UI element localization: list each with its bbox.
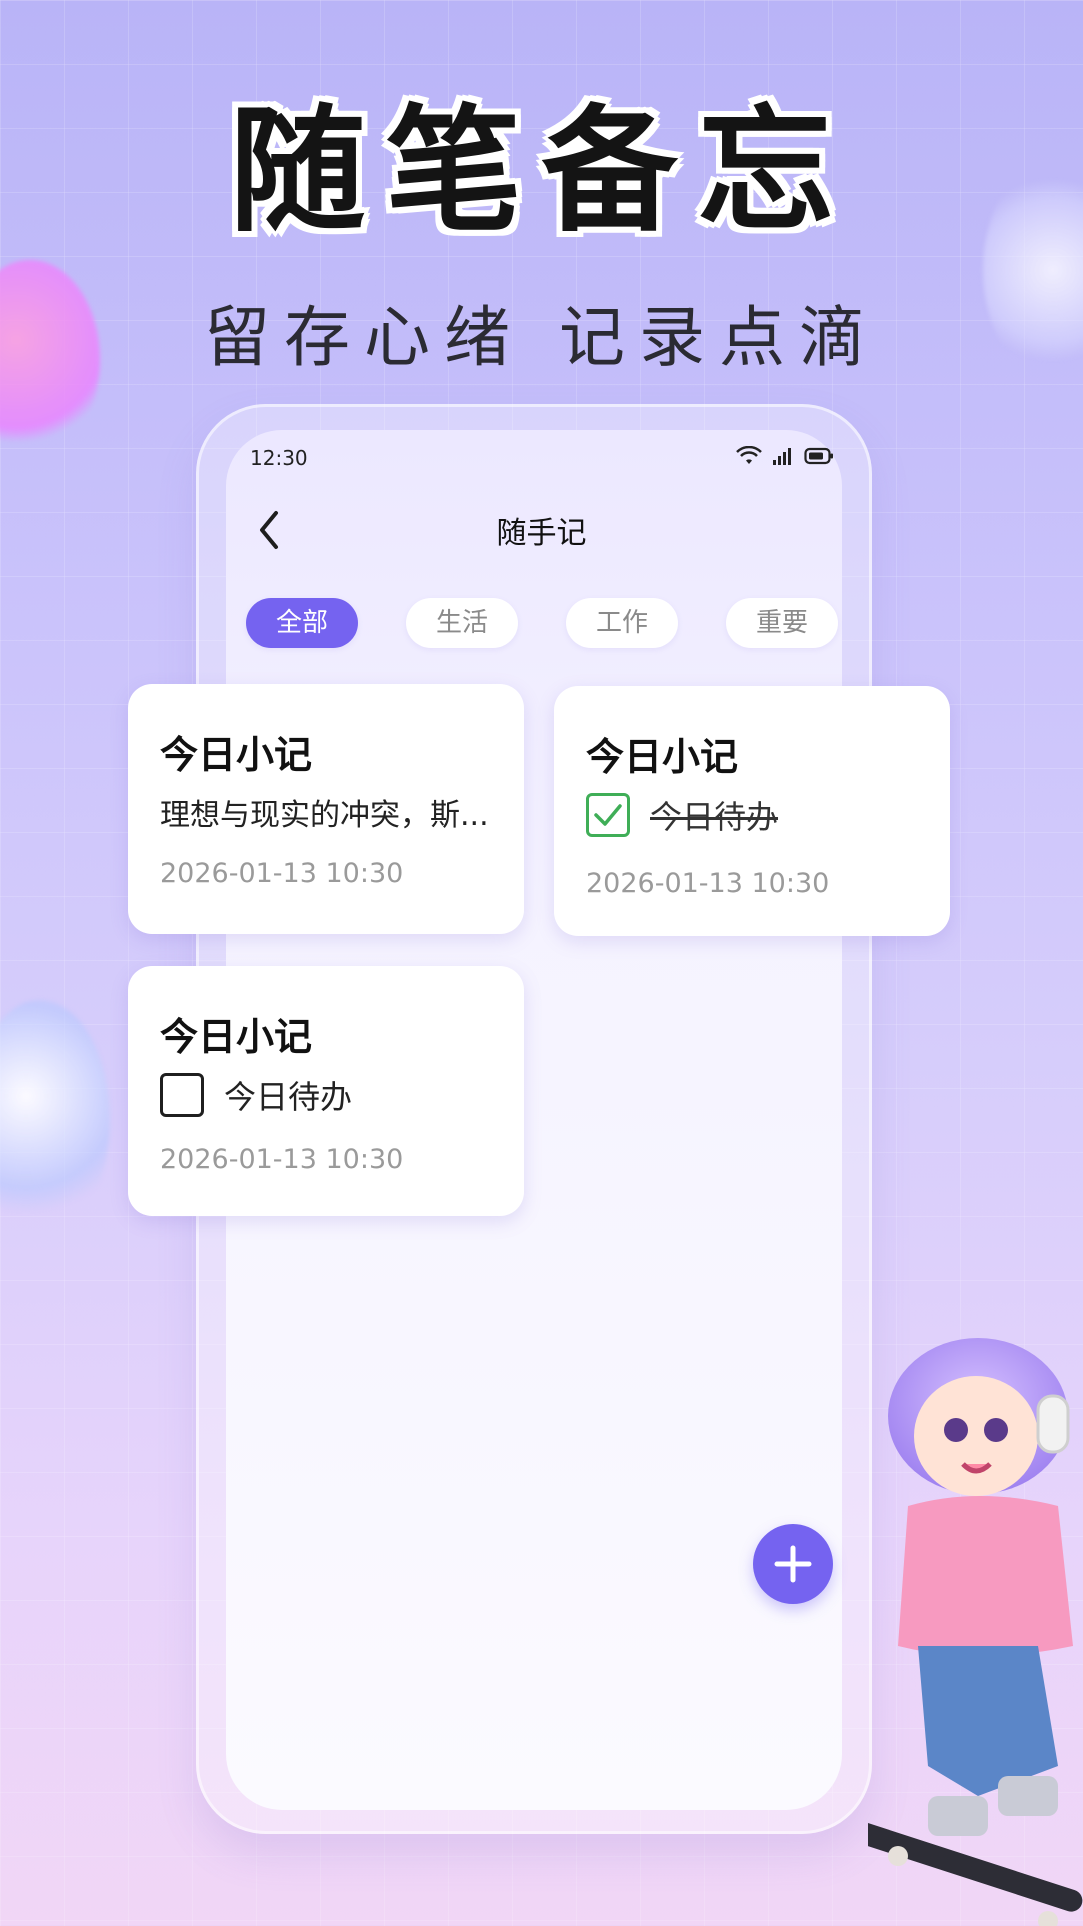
- plus-icon: [774, 1545, 812, 1583]
- filter-tabs: 全部 生活 工作 重要: [246, 598, 838, 648]
- promo-header: 随笔备忘 留存心绪 记录点滴: [0, 104, 1083, 380]
- tab-work[interactable]: 工作: [566, 598, 678, 648]
- todo-text: 今日待办: [224, 1078, 353, 1116]
- check-icon: [594, 804, 622, 826]
- todo-item: 今日待办: [586, 792, 778, 838]
- tab-life[interactable]: 生活: [406, 598, 518, 648]
- status-icons: [736, 446, 834, 466]
- checkbox-unchecked[interactable]: [160, 1073, 204, 1117]
- tab-all[interactable]: 全部: [246, 598, 358, 648]
- note-card[interactable]: 今日小记 理想与现实的冲突，斯... 2026-01-13 10:30: [128, 684, 524, 934]
- note-date: 2026-01-13 10:30: [586, 868, 830, 899]
- note-body: 理想与现实的冲突，斯...: [160, 798, 489, 833]
- note-card[interactable]: 今日小记 今日待办 2026-01-13 10:30: [554, 686, 950, 936]
- note-date: 2026-01-13 10:30: [160, 1144, 404, 1175]
- note-card[interactable]: 今日小记 今日待办 2026-01-13 10:30: [128, 966, 524, 1216]
- note-date: 2026-01-13 10:30: [160, 858, 404, 889]
- status-time: 12:30: [250, 446, 308, 470]
- wifi-icon: [736, 446, 762, 466]
- todo-text: 今日待办: [650, 798, 779, 836]
- tab-important[interactable]: 重要: [726, 598, 838, 648]
- promo-title: 随笔备忘: [229, 93, 854, 251]
- page-title: 随手记: [496, 516, 587, 551]
- add-note-button[interactable]: [753, 1524, 833, 1604]
- promo-subtitle: 留存心绪 记录点滴: [204, 299, 879, 376]
- todo-item: 今日待办: [160, 1072, 352, 1118]
- note-title: 今日小记: [160, 733, 313, 777]
- signal-icon: [772, 446, 794, 466]
- note-title: 今日小记: [160, 1015, 313, 1059]
- character-illustration: [868, 1338, 1083, 1926]
- note-title: 今日小记: [586, 735, 739, 779]
- checkbox-checked[interactable]: [586, 793, 630, 837]
- battery-icon: [804, 447, 834, 465]
